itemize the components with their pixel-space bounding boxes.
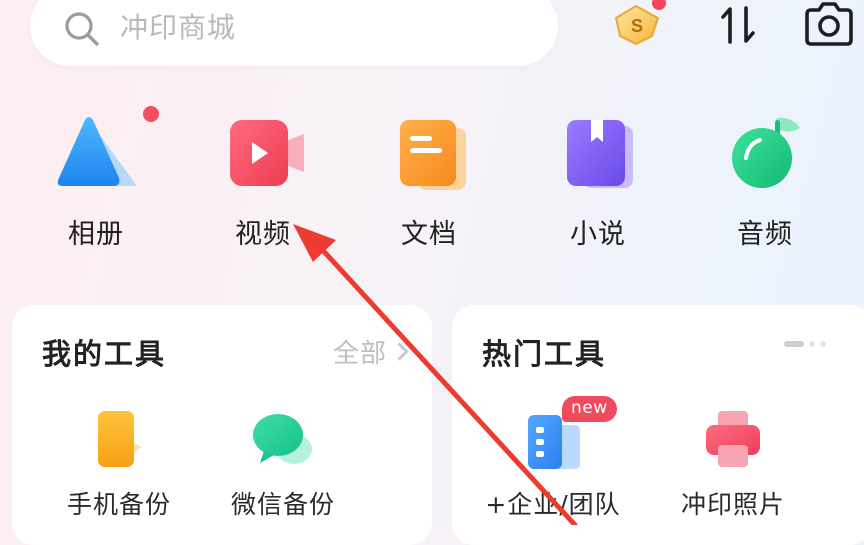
chevron-right-icon: [390, 342, 409, 361]
document-icon: [400, 120, 466, 190]
category-label: 相册: [68, 219, 124, 250]
page-dot: [820, 341, 826, 347]
coin-button[interactable]: S: [608, 0, 666, 48]
category-video[interactable]: 视频: [203, 112, 323, 252]
tool-label: 微信备份: [230, 490, 335, 519]
camera-button[interactable]: [803, 2, 855, 46]
tool-wechat-backup[interactable]: 微信备份: [208, 405, 358, 521]
print-photo-icon: [706, 411, 760, 467]
category-album[interactable]: 相册: [36, 106, 159, 252]
category-label: 音频: [737, 219, 793, 250]
hot-tools-title: 热门工具: [482, 337, 607, 371]
tool-label: +企业/团队: [485, 490, 621, 519]
tool-phone-backup[interactable]: 手机备份: [44, 405, 194, 521]
camera-icon: [805, 2, 853, 46]
search-bar[interactable]: 冲印商城: [30, 0, 558, 66]
svg-text:S: S: [631, 16, 643, 36]
search-icon: [65, 12, 99, 46]
wechat-backup-icon: [253, 414, 312, 464]
category-label: 文档: [401, 219, 457, 250]
my-tools-card: 我的工具 全部 手机备份 微信备份: [12, 305, 432, 545]
tool-team[interactable]: +企业/团队: [478, 405, 628, 521]
audio-icon: [732, 117, 800, 188]
category-label: 视频: [235, 219, 291, 250]
tool-print-photo[interactable]: 冲印照片: [658, 405, 808, 521]
tool-label: 手机备份: [66, 490, 171, 519]
album-new-dot: [143, 106, 159, 122]
view-all-label: 全部: [332, 339, 387, 369]
hot-tools-card: 热门工具 +企业/团队 new 冲印照片: [452, 305, 864, 545]
category-document[interactable]: 文档: [369, 112, 489, 252]
album-icon: [57, 117, 137, 186]
category-audio[interactable]: 音频: [705, 112, 825, 252]
video-icon: [230, 120, 304, 186]
page-indicator: [784, 341, 826, 347]
new-badge: new: [562, 396, 617, 422]
tool-label: 冲印照片: [680, 490, 785, 519]
view-all-link[interactable]: 全部: [332, 333, 409, 370]
my-tools-title: 我的工具: [42, 337, 167, 371]
search-placeholder: 冲印商城: [120, 11, 237, 44]
sort-icon: [721, 6, 755, 44]
category-label: 小说: [570, 219, 626, 250]
page-dot-active: [784, 341, 804, 347]
category-novel[interactable]: 小说: [538, 112, 658, 252]
phone-backup-icon: [98, 411, 142, 467]
sort-button[interactable]: [718, 4, 760, 46]
novel-icon: [567, 120, 633, 188]
page-dot: [809, 341, 815, 347]
